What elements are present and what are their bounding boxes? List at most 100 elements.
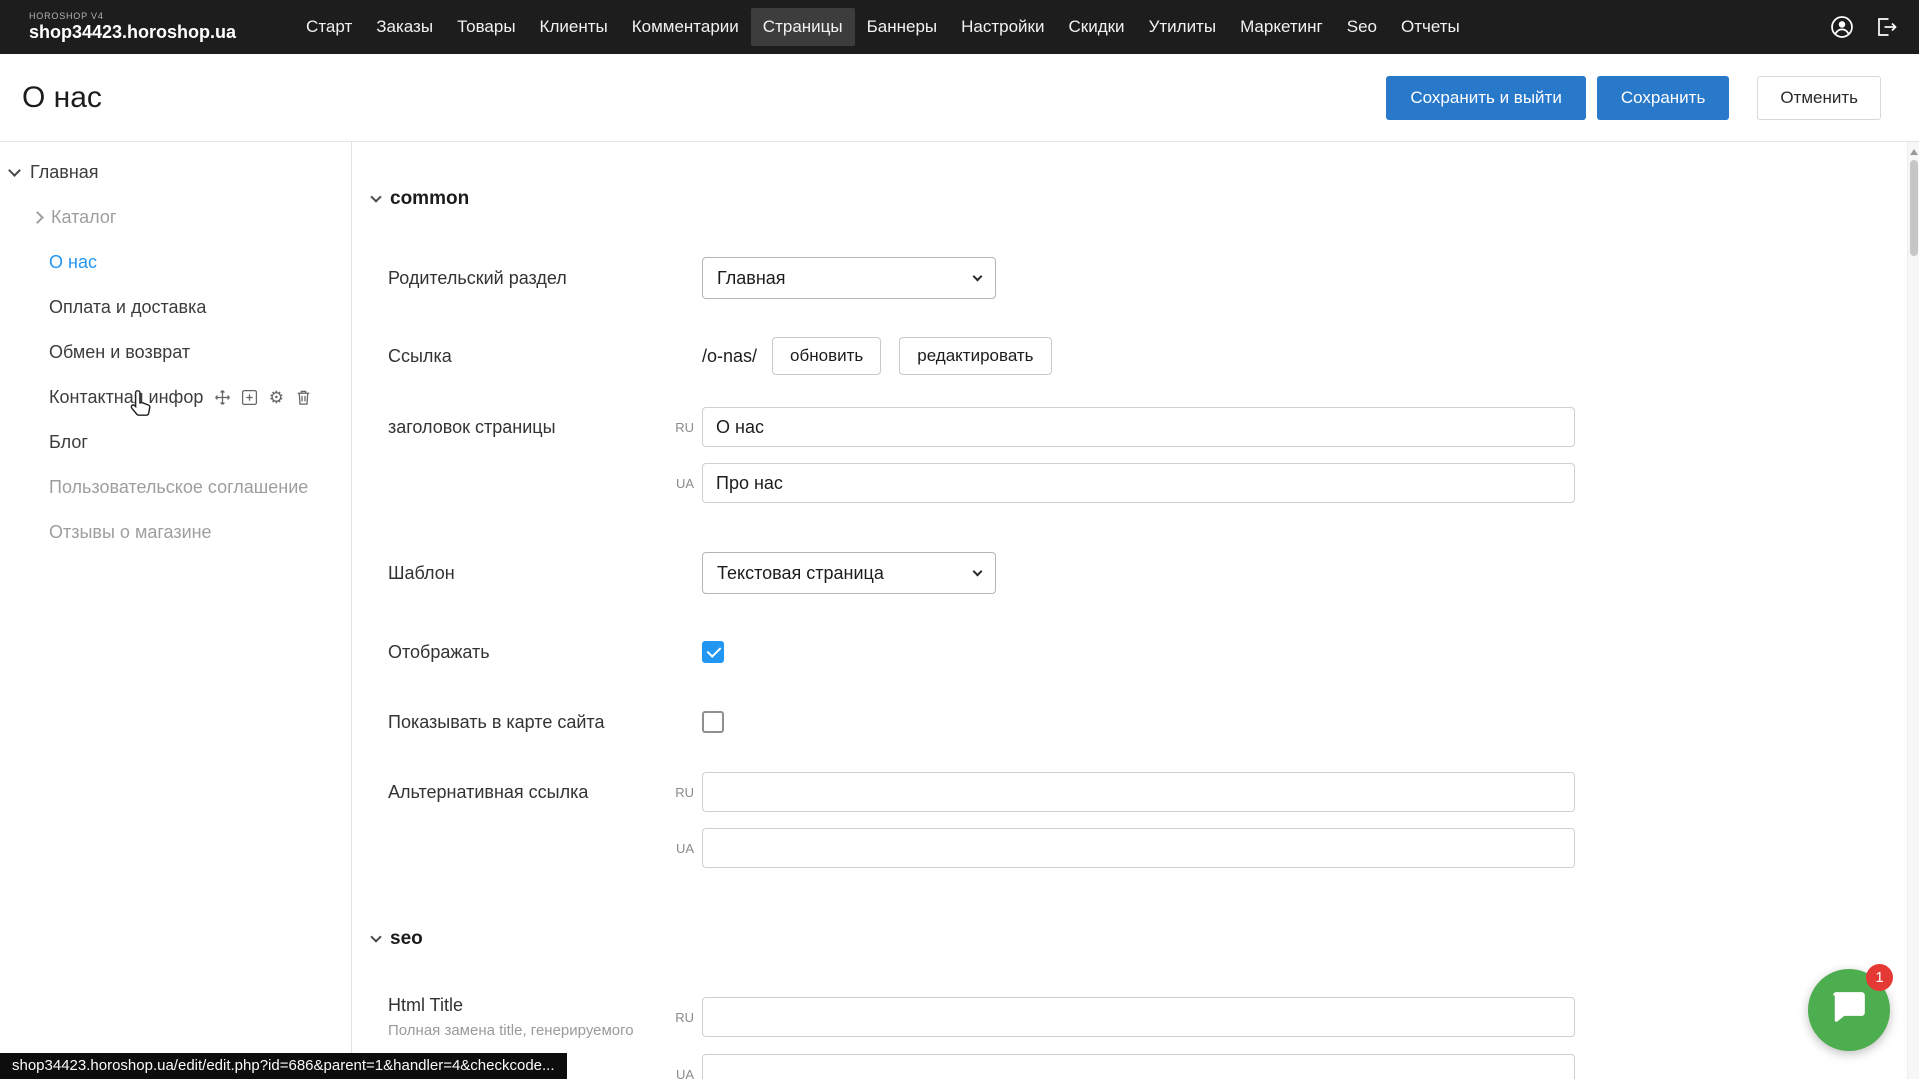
chat-launcher[interactable]: 1 [1808,969,1890,1051]
template-select[interactable]: Текстовая страница [702,552,996,594]
field-label: заголовок страницы [388,417,668,438]
field-page-title-ua: UA [388,462,1575,504]
menu-item-marketing[interactable]: Маркетинг [1228,8,1335,46]
chevron-down-icon [973,272,983,282]
lang-ru-label: RU [668,420,694,435]
scroll-up-arrow-icon[interactable] [1910,149,1918,155]
menu-item-settings[interactable]: Настройки [949,8,1056,46]
menu-item-comments[interactable]: Комментарии [620,8,751,46]
chevron-down-icon [973,567,983,577]
logo[interactable]: HOROSHOP V4 shop34423.horoshop.ua [29,11,236,43]
lang-ru-label: RU [668,1010,694,1025]
tree-item-label: Отзывы о магазине [49,522,212,543]
pages-tree: Главная Каталог О нас Оплата и доставка … [0,142,352,1079]
tree-item-otzyvy[interactable]: Отзывы о магазине [0,510,351,555]
html-title-ua-input[interactable] [702,1054,1575,1079]
chat-bubble-icon [1830,989,1868,1032]
refresh-link-button[interactable]: обновить [772,337,881,375]
field-parent-section: Родительский раздел Главная [388,257,996,299]
status-url: shop34423.horoshop.ua/edit/edit.php?id=6… [0,1053,567,1079]
template-value: Текстовая страница [717,563,884,584]
logo-version: HOROSHOP V4 [29,11,236,22]
tree-item-label: Обмен и возврат [49,342,190,363]
menu-item-start[interactable]: Старт [294,8,364,46]
topbar-icons [1829,14,1899,40]
gear-icon[interactable]: ⚙ [267,389,285,407]
html-title-ru-input[interactable] [702,997,1575,1037]
link-path: /o-nas/ [702,346,757,367]
tree-item-label: Оплата и доставка [49,297,206,318]
tree-item-label: Блог [49,432,88,453]
tree-item-obmen[interactable]: Обмен и возврат [0,330,351,375]
menu-item-discounts[interactable]: Скидки [1056,8,1136,46]
menu-item-reports[interactable]: Отчеты [1389,8,1472,46]
alt-link-ua-input[interactable] [702,828,1575,868]
tree-item-o-nas[interactable]: О нас [0,240,351,285]
page-title: О нас [22,81,102,115]
lang-ua-label: UA [668,476,694,491]
field-link: Ссылка /o-nas/ обновить редактировать [388,335,1070,377]
trash-icon[interactable] [294,389,312,407]
field-label: Шаблон [388,563,702,584]
display-checkbox[interactable] [702,641,724,663]
menu-item-utilities[interactable]: Утилиты [1137,8,1229,46]
field-label: Html Title Полная замена title, генериру… [388,995,668,1039]
field-sitemap: Показывать в карте сайта [388,701,724,743]
menu-item-orders[interactable]: Заказы [364,8,445,46]
menu-item-pages[interactable]: Страницы [751,8,855,46]
alt-link-ru-input[interactable] [702,772,1575,812]
tree-item-actions: ⚙ [213,389,312,407]
save-and-exit-button[interactable]: Сохранить и выйти [1386,76,1585,120]
page-header: О нас Сохранить и выйти Сохранить Отмени… [0,54,1919,142]
chevron-down-icon[interactable] [8,164,21,177]
page-title-ua-input[interactable] [702,463,1575,503]
html-title-hint: Полная замена title, генерируемого [388,1022,668,1039]
menu-item-products[interactable]: Товары [445,8,527,46]
chevron-right-icon[interactable] [31,211,44,224]
field-html-title-ru: Html Title Полная замена title, генериру… [388,996,1575,1038]
tree-item-label: Контактная инфор [49,387,203,408]
menu-item-clients[interactable]: Клиенты [528,8,620,46]
section-seo[interactable]: seo [372,926,423,952]
parent-section-select[interactable]: Главная [702,257,996,299]
chevron-down-icon [370,191,381,202]
tree-item-label: Каталог [51,207,116,228]
menu-item-banners[interactable]: Баннеры [855,8,950,46]
tree-item-kontaktnaya[interactable]: Контактная инфор ⚙ [0,375,351,420]
tree-item-glavnaya[interactable]: Главная [0,150,351,195]
header-buttons: Сохранить и выйти Сохранить Отменить [1386,76,1881,120]
logout-icon[interactable] [1873,14,1899,40]
move-icon[interactable] [213,389,231,407]
lang-ua-label: UA [668,841,694,856]
save-button[interactable]: Сохранить [1597,76,1729,120]
tree-item-label: Главная [30,162,99,183]
section-common-label: common [390,188,469,210]
field-page-title-ru: заголовок страницы RU [388,406,1575,448]
scrollbar[interactable] [1907,142,1919,1079]
field-template: Шаблон Текстовая страница [388,552,996,594]
lang-ru-label: RU [668,785,694,800]
account-icon[interactable] [1829,14,1855,40]
add-page-icon[interactable] [240,389,258,407]
field-label: Родительский раздел [388,268,702,289]
field-label: Альтернативная ссылка [388,782,668,803]
tree-item-label: Пользовательское соглашение [49,477,308,498]
section-common[interactable]: common [372,186,469,212]
scrollbar-thumb[interactable] [1910,160,1918,256]
tree-item-katalog[interactable]: Каталог [0,195,351,240]
tree-item-oplata[interactable]: Оплата и доставка [0,285,351,330]
field-display: Отображать [388,631,724,673]
chevron-down-icon [370,931,381,942]
chat-unread-badge: 1 [1866,964,1893,991]
tree-item-soglashenie[interactable]: Пользовательское соглашение [0,465,351,510]
section-seo-label: seo [390,928,423,950]
edit-link-button[interactable]: редактировать [899,337,1051,375]
page-title-ru-input[interactable] [702,407,1575,447]
menu-item-seo[interactable]: Seo [1335,8,1389,46]
cancel-button[interactable]: Отменить [1757,76,1881,120]
tree-item-blog[interactable]: Блог [0,420,351,465]
sitemap-checkbox[interactable] [702,711,724,733]
field-label: Отображать [388,642,702,663]
lang-ua-label: UA [668,1067,694,1079]
tree-item-label: О нас [49,252,97,273]
